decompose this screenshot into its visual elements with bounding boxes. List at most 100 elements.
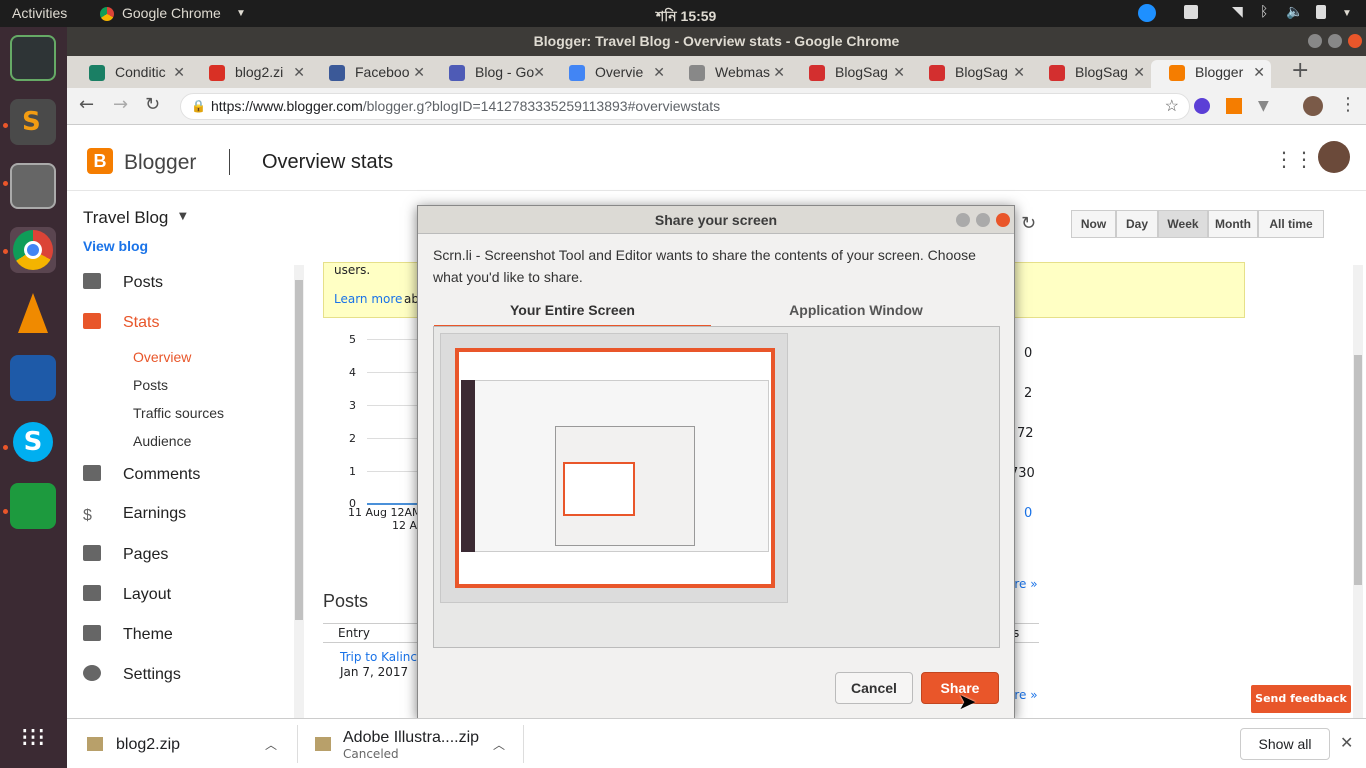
page-scrollbar[interactable] [1353, 265, 1363, 718]
tab-close-icon[interactable]: ✕ [1013, 60, 1025, 84]
sidebar-subitem-audience[interactable]: Audience [133, 433, 191, 449]
vlc-icon[interactable] [10, 291, 56, 337]
tab-entire-screen[interactable]: Your Entire Screen [434, 302, 711, 328]
tab[interactable]: Faceboo ✕ [311, 60, 431, 88]
tab[interactable]: BlogSag ✕ [791, 60, 911, 88]
send-feedback-button[interactable]: Send feedback [1251, 685, 1351, 713]
tab-close-icon[interactable]: ✕ [893, 60, 905, 84]
sidebar-item-earnings[interactable]: $ Earnings [83, 505, 186, 524]
clock[interactable]: শনি 15:59 [656, 5, 716, 29]
close-icon[interactable] [1348, 34, 1362, 48]
minimize-icon[interactable] [1308, 34, 1322, 48]
tab-close-icon[interactable]: ✕ [413, 60, 425, 84]
bluetooth-icon[interactable]: ᛒ [1260, 3, 1274, 19]
tab[interactable]: blog2.zi ✕ [191, 60, 311, 88]
extension-icon[interactable]: ▼ [1258, 98, 1274, 114]
brand[interactable]: Blogger [124, 151, 196, 175]
app-menu[interactable]: Google Chrome [122, 5, 221, 21]
cancel-button[interactable]: Cancel [835, 672, 913, 704]
pages-icon [83, 545, 101, 561]
range-day[interactable]: Day [1116, 210, 1158, 238]
chevron-up-icon[interactable]: ︿ [493, 736, 505, 753]
range-week[interactable]: Week [1158, 210, 1208, 238]
chevron-up-icon[interactable]: ︿ [265, 736, 277, 753]
range-now[interactable]: Now [1071, 210, 1116, 238]
show-apps-icon[interactable]: ⁝⁝⁝ [10, 715, 56, 761]
wifi-icon[interactable]: ◥ [1232, 3, 1246, 19]
tab-close-icon[interactable]: ✕ [533, 60, 545, 84]
menu-tray-icon[interactable] [1184, 5, 1198, 19]
battery-icon[interactable] [1316, 5, 1326, 19]
back-icon[interactable]: ← [79, 94, 94, 115]
y-tick-label: 1 [349, 465, 356, 478]
activities-button[interactable]: Activities [12, 5, 67, 21]
entry-header: Entry [338, 626, 370, 640]
install-icon[interactable] [10, 35, 56, 81]
sublime-text-icon[interactable]: S [10, 99, 56, 145]
dialog-maximize-icon[interactable] [976, 213, 990, 227]
chrome-menu-icon[interactable]: ⋮ [1339, 94, 1357, 115]
sidebar-item-layout[interactable]: Layout [83, 585, 171, 604]
tab-close-icon[interactable]: ✕ [293, 60, 305, 84]
sidebar-item-theme[interactable]: Theme [83, 625, 173, 644]
address-bar[interactable]: 🔒 https://www.blogger.com/blogger.g?blog… [180, 93, 1190, 120]
extension-icon[interactable] [1194, 98, 1210, 114]
tab[interactable]: Overvie ✕ [551, 60, 671, 88]
tab[interactable]: Webmas ✕ [671, 60, 791, 88]
tab-close-icon[interactable]: ✕ [653, 60, 665, 84]
learn-more-link[interactable]: Learn more [334, 292, 402, 306]
profile-avatar[interactable] [1303, 96, 1323, 116]
tab[interactable]: BlogSag ✕ [1031, 60, 1151, 88]
tab-close-icon[interactable]: ✕ [1253, 60, 1265, 84]
posts-icon [83, 273, 101, 289]
star-icon[interactable]: ☆ [1165, 94, 1179, 119]
reload-icon[interactable]: ↻ [145, 94, 160, 115]
tab[interactable]: Conditic ✕ [71, 60, 191, 88]
sidebar-item-stats[interactable]: Stats [83, 313, 159, 332]
tab-application-window[interactable]: Application Window [711, 302, 1001, 328]
skype-tray-icon[interactable] [1138, 4, 1156, 22]
post-link[interactable]: Trip to Kalinch [340, 650, 425, 664]
tab-close-icon[interactable]: ✕ [773, 60, 785, 84]
tab[interactable]: Blog - Go ✕ [431, 60, 551, 88]
tab-active[interactable]: Blogger ✕ [1151, 60, 1271, 88]
tab[interactable]: BlogSag ✕ [911, 60, 1031, 88]
writer-icon[interactable] [10, 355, 56, 401]
tab-close-icon[interactable]: ✕ [173, 60, 185, 84]
download-item-name[interactable]: blog2.zip [116, 736, 180, 754]
sidebar-subitem-traffic[interactable]: Traffic sources [133, 405, 224, 421]
sidebar-scrollbar[interactable] [294, 265, 304, 718]
new-tab-button[interactable]: + [1291, 58, 1309, 83]
tab-close-icon[interactable]: ✕ [1133, 60, 1145, 84]
show-all-button[interactable]: Show all [1240, 728, 1330, 760]
dialog-minimize-icon[interactable] [956, 213, 970, 227]
close-download-bar-icon[interactable]: ✕ [1340, 733, 1353, 752]
dialog-close-icon[interactable] [996, 213, 1010, 227]
refresh-icon[interactable]: ↻ [1021, 213, 1036, 234]
analytics-favicon-icon [569, 65, 585, 81]
calc-icon[interactable] [10, 483, 56, 529]
forward-icon[interactable]: → [113, 94, 128, 115]
files-icon[interactable] [10, 163, 56, 209]
blogger-logo-icon[interactable]: B [87, 148, 113, 174]
download-item-name[interactable]: Adobe Illustra....zip [343, 729, 479, 747]
sidebar-item-comments[interactable]: Comments [83, 465, 200, 484]
volume-icon[interactable]: 🔈 [1286, 3, 1303, 19]
sidebar-subitem-posts[interactable]: Posts [133, 377, 168, 393]
maximize-icon[interactable] [1328, 34, 1342, 48]
sidebar-item-pages[interactable]: Pages [83, 545, 168, 564]
app-menu-arrow-icon[interactable]: ▼ [236, 8, 246, 19]
skype-icon[interactable]: S [10, 419, 56, 465]
range-all-time[interactable]: All time [1258, 210, 1324, 238]
chrome-dock-icon[interactable] [10, 227, 56, 273]
sidebar-item-posts[interactable]: Posts [83, 273, 163, 292]
screen-option[interactable] [440, 333, 788, 603]
blogger-favicon-icon [1169, 65, 1185, 81]
extension-icon[interactable] [1226, 98, 1242, 114]
account-avatar[interactable] [1318, 141, 1350, 173]
y-tick-label: 2 [349, 432, 356, 445]
system-menu-arrow-icon[interactable]: ▼ [1342, 8, 1352, 19]
range-month[interactable]: Month [1208, 210, 1258, 238]
sidebar-subitem-overview[interactable]: Overview [133, 349, 191, 365]
sidebar-item-settings[interactable]: Settings [83, 665, 181, 684]
